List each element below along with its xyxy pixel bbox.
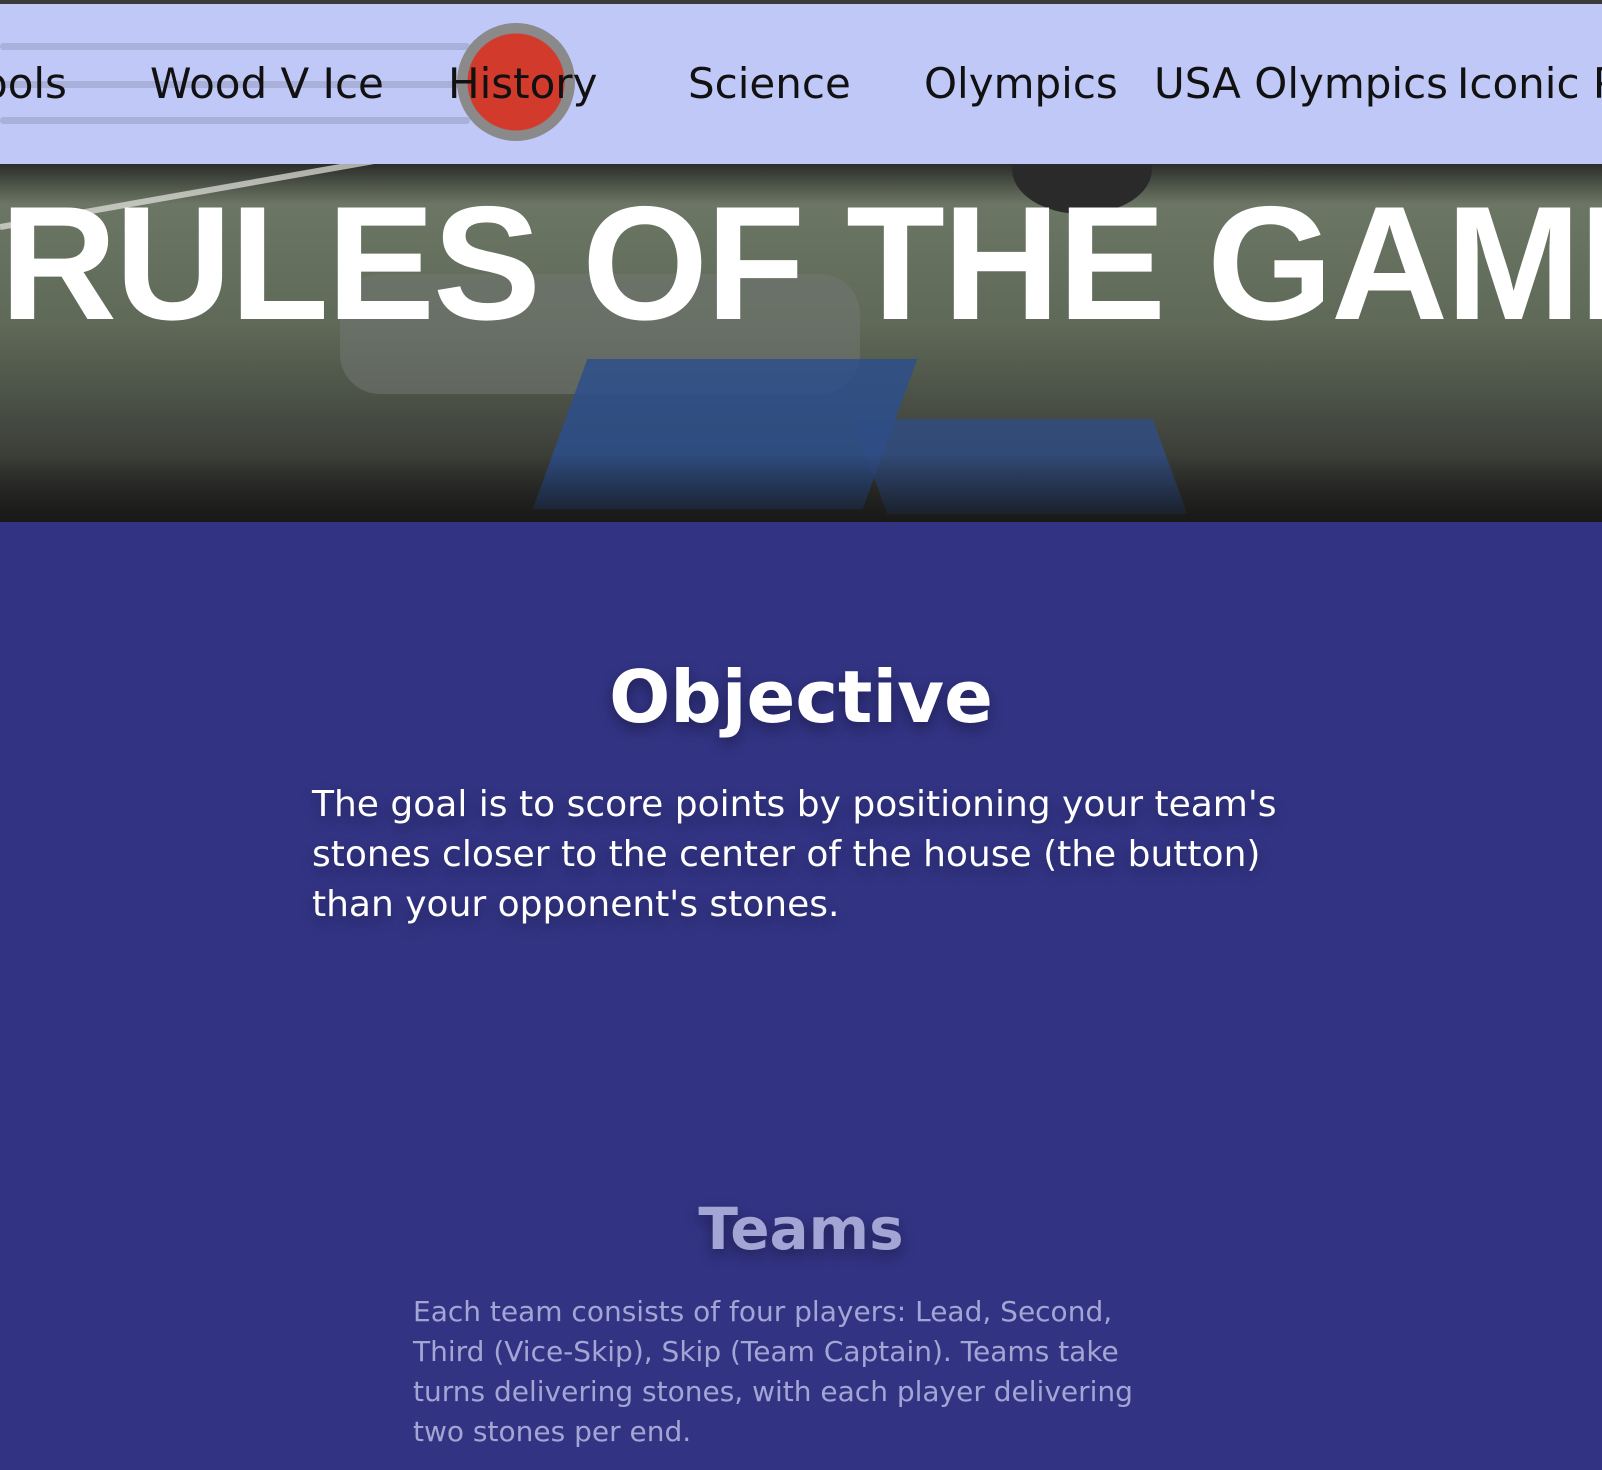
nav-item-usa-olympics[interactable]: USA Olympics <box>1154 59 1448 109</box>
hero-banner: RULES OF THE GAME <box>0 164 1602 522</box>
nav-item-tools[interactable]: ools <box>0 59 67 109</box>
nav-item-history[interactable]: History <box>448 59 597 109</box>
top-navigation: ools Wood V Ice History Science Olympics… <box>0 4 1602 164</box>
teams-heading: Teams <box>698 1195 904 1263</box>
page-title: RULES OF THE GAME <box>0 173 1602 354</box>
teams-text: Each team consists of four players: Lead… <box>413 1295 1133 1448</box>
objective-text: The goal is to score points by positioni… <box>312 784 1277 925</box>
nav-item-olympics[interactable]: Olympics <box>924 59 1118 109</box>
nav-decoration-line <box>0 43 470 50</box>
nav-item-wood-v-ice[interactable]: Wood V Ice <box>150 59 384 109</box>
nav-decoration-line <box>0 117 470 124</box>
nav-item-science[interactable]: Science <box>688 59 851 109</box>
nav-item-iconic[interactable]: Iconic P <box>1457 59 1602 109</box>
objective-heading: Objective <box>609 655 993 739</box>
hero-background-shade <box>0 454 1602 522</box>
